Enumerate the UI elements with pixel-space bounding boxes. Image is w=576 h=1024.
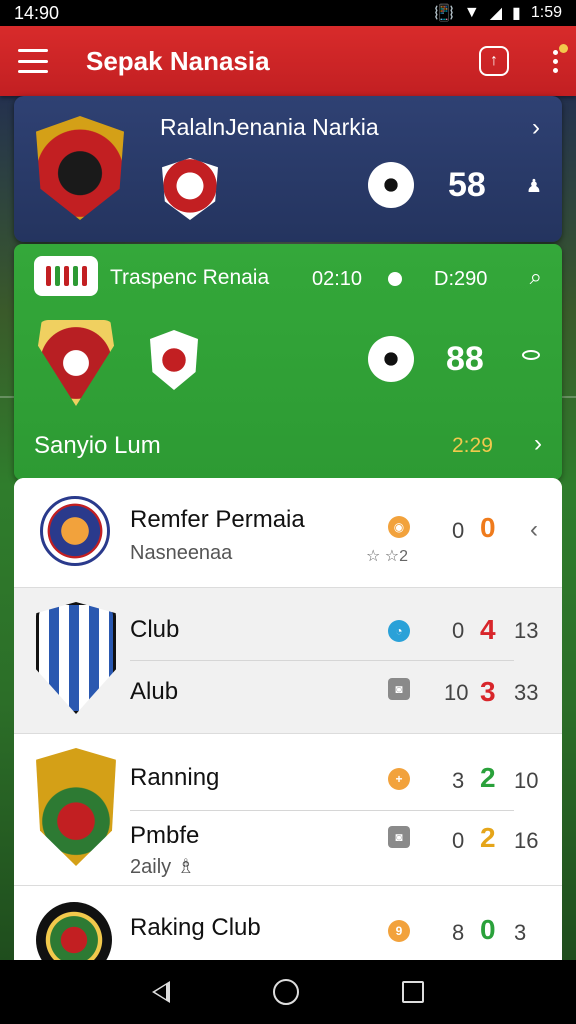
stat-value: 0 [452,518,465,543]
live-dot-icon [388,272,402,286]
recent-apps-icon[interactable] [402,981,425,1003]
stat-value: 13 [514,618,539,643]
team-subtitle: Nasneenaa [130,542,233,564]
team-name: Pmbfe [130,822,200,849]
status-time-left: 14:90 [14,2,60,23]
signal-icon: ◢ [489,5,503,22]
status-icon: ◉ [388,516,410,538]
menu-icon[interactable] [18,49,48,73]
notification-icon[interactable]: ♟ [526,176,542,197]
away-team-crest [162,158,218,220]
status-icon: ◔ [388,620,410,642]
live-match-card[interactable]: Traspenc Renaia 02:10 D:290 ⌕ 88 Sanyio … [14,244,562,480]
team-name: Remfer Permaia [130,506,305,533]
eye-icon[interactable] [522,350,540,360]
divider [130,660,514,661]
away-team-crest [150,330,198,390]
status-icons: 📳 ▼ ◢ ▮ 1:59 [434,3,562,23]
score-value: 4 [480,614,496,645]
team-crest [36,748,116,866]
navigation-bar [0,960,576,1024]
stat-value: 8 [452,920,465,945]
live-time-start: 02:10 [312,268,363,290]
stat-value: 0 [452,618,465,643]
more-icon[interactable] [553,43,568,73]
team-crest [40,496,110,566]
featured-match-card[interactable]: RalalnJenania Narkia › 58 ♟ [14,96,562,242]
status-bar: 14:90 📳 ▼ ◢ ▮ 1:59 [0,0,576,26]
match-list: Remfer Permaia Nasneenaa ◉ ☆ ☆2 0 0 ‹ Cl… [14,478,562,960]
featured-match-title: RalalnJenania Narkia [160,114,379,140]
score-value: 0 [480,512,496,543]
search-icon[interactable]: ⌕ [530,264,542,290]
app-title: Sepak Nanasia [86,45,270,76]
status-icon: 9 [388,920,410,942]
score-value: 2 [480,762,496,793]
stat-value: 3 [514,920,527,945]
chevron-right-icon[interactable]: › [534,430,542,458]
list-item[interactable]: Remfer Permaia Nasneenaa ◉ ☆ ☆2 0 0 ‹ [14,478,562,588]
back-icon[interactable] [151,981,170,1003]
stat-value: 16 [514,828,539,853]
score-value: 0 [480,914,496,945]
list-item[interactable]: Ranning + 3 2 10 Pmbfe 2aily ♗ ◙ 0 2 16 [14,734,562,886]
live-time-end: D:290 [434,268,488,290]
live-subtitle: Sanyio Lum [34,432,161,459]
chevron-left-icon[interactable]: ‹ [530,516,538,544]
list-item[interactable]: Club ◔ 0 4 13 Alub ◙ 10 3 33 [14,588,562,734]
team-name: Raking Club [130,914,261,941]
notification-dot [559,43,568,53]
list-item[interactable]: Raking Club 9 8 0 3 [14,886,562,960]
score-value: 3 [480,676,496,707]
team-name: Club [130,616,180,643]
status-time-right: 1:59 [530,4,562,21]
share-icon[interactable]: ↑ [479,46,509,76]
vibrate-icon: 📳 [433,5,454,22]
home-team-crest [36,116,124,220]
featured-score: 58 [448,166,486,204]
app-bar: Sepak Nanasia ↑ [0,26,576,96]
live-match-title: Traspenc Renaia [110,266,270,289]
stat-value: 33 [514,680,539,705]
status-icon: ◙ [388,826,410,848]
football-icon [368,336,414,382]
status-icon: + [388,768,410,790]
chevron-right-icon[interactable]: › [532,114,540,142]
stat-value: 0 [452,828,465,853]
live-score: 88 [446,340,484,378]
score-value: 2 [480,822,496,853]
team-subtitle: 2aily ♗ [130,856,195,878]
stat-value: 10 [444,680,469,705]
rating-stars: ☆ ☆2 [366,548,409,565]
live-subtitle-time: 2:29 [452,434,493,457]
team-crest [36,902,112,960]
league-flag-icon [34,256,98,296]
home-icon[interactable] [272,979,299,1005]
team-name: Alub [130,678,179,705]
home-team-crest [38,320,114,406]
battery-icon: ▮ [512,5,521,22]
team-name: Ranning [130,764,220,791]
team-crest [36,602,116,714]
wifi-icon: ▼ [463,4,480,21]
status-icon: ◙ [388,678,410,700]
football-icon [368,162,414,208]
stat-value: 3 [452,768,465,793]
divider [130,810,514,811]
stat-value: 10 [514,768,539,793]
